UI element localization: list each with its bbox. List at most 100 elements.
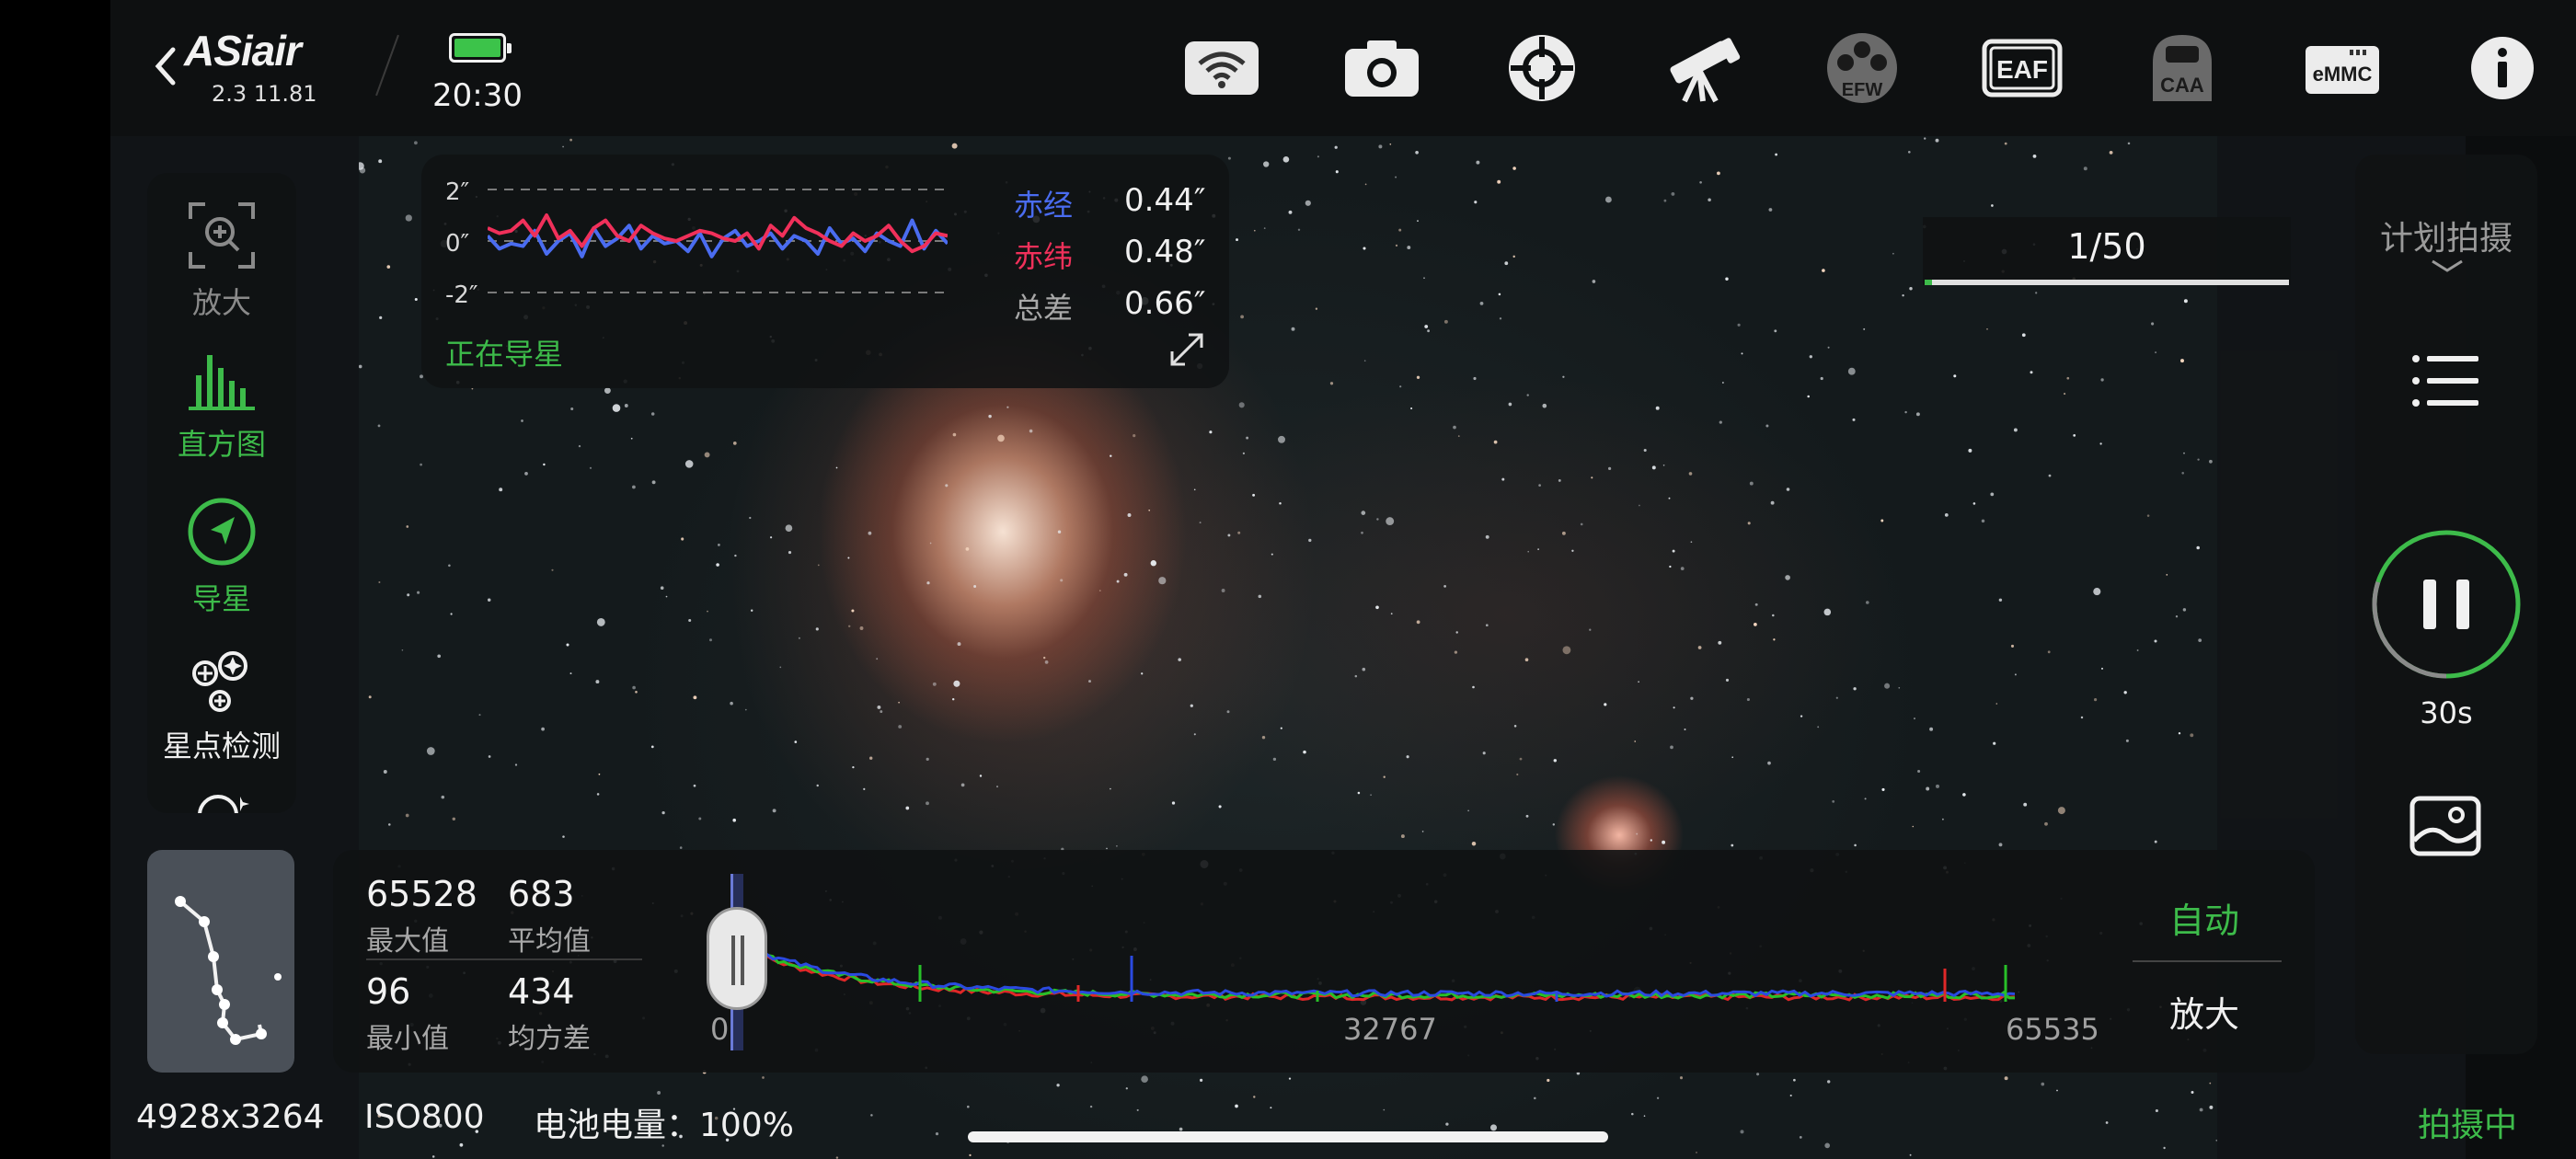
star-dot [2196, 545, 2200, 550]
star-dot [1558, 478, 1561, 482]
star-dot [1740, 1130, 1744, 1134]
emmc-icon[interactable]: eMMC [2300, 33, 2385, 103]
star-dot [1671, 191, 1675, 196]
star-dot [1141, 672, 1144, 675]
star-dot [1526, 394, 1529, 396]
star-dot [2094, 698, 2098, 702]
star-dot [960, 783, 965, 787]
home-indicator[interactable] [968, 1131, 1608, 1142]
star-dot [1679, 1076, 1684, 1080]
pause-bar-left [2423, 580, 2436, 629]
star-dot [1279, 502, 1282, 505]
star-dot [1673, 706, 1675, 709]
star-dot [1199, 522, 1202, 524]
star-detect-icon [192, 651, 247, 712]
star-dot [1832, 800, 1835, 803]
guide-graph-panel[interactable]: 2″ 0″ -2″ 赤经 0.44″ 赤纬 0.48″ 总差 0.66″ 正在导… [421, 155, 1229, 388]
mount-icon[interactable] [1500, 33, 1584, 103]
star-dot [1297, 228, 1301, 231]
camera-icon[interactable] [1340, 33, 1424, 103]
histogram-tool[interactable]: 直方图 [147, 348, 296, 464]
star-dot [1453, 425, 1456, 430]
star-dot [1190, 704, 1193, 707]
stats-divider [366, 958, 642, 960]
telescope-icon[interactable] [1660, 33, 1744, 103]
star-dot [1253, 229, 1256, 232]
caa-icon[interactable]: CAA [2140, 33, 2225, 103]
guide-y-label-mid: 0″ [445, 230, 470, 258]
star-dot [1547, 1078, 1550, 1083]
histogram-plot [729, 936, 2016, 1002]
exposure-timer: 30s [2420, 695, 2473, 730]
guide-tool[interactable]: 导星 [147, 497, 296, 618]
star-dot [1288, 1077, 1292, 1080]
star-dot [1881, 787, 1885, 791]
zoom-tool[interactable]: 放大 [147, 201, 296, 322]
star-dot [1457, 435, 1460, 437]
expand-icon[interactable] [1167, 329, 1207, 370]
star-dot [1303, 750, 1306, 754]
star-dot [868, 756, 873, 760]
battery-status: 电池电量：100% [534, 1107, 794, 1144]
efw-icon[interactable]: EFW [1820, 33, 1904, 103]
hist-zoom-button[interactable]: 放大 [2169, 986, 2239, 1037]
star-dot [406, 525, 409, 528]
min-value: 96 [366, 971, 411, 1012]
star-dot [1527, 550, 1529, 553]
star-dot [2180, 359, 2184, 363]
gallery-icon[interactable] [2409, 795, 2482, 861]
star-dot [1476, 160, 1480, 165]
dec-legend: 赤纬 [1014, 239, 1074, 274]
star-dot [1638, 681, 1639, 683]
auto-stretch-button[interactable]: 自动 [2169, 892, 2239, 943]
star-dot [926, 757, 929, 762]
star-dot [452, 817, 456, 821]
star-dot [1272, 757, 1277, 762]
star-dot [847, 625, 851, 628]
eaf-icon[interactable]: EAF [1980, 33, 2064, 103]
star-dot [1589, 628, 1592, 631]
star-dot [1258, 594, 1262, 599]
star-dot [2109, 151, 2113, 155]
star-dot [1398, 228, 1402, 232]
iso-label: ISO800 [364, 1098, 485, 1136]
info-icon[interactable] [2460, 33, 2545, 103]
star-detect-tool[interactable]: 星点检测 [147, 649, 296, 765]
star-dot [1924, 137, 1926, 140]
star-dot [852, 765, 855, 769]
star-dot [1263, 227, 1266, 229]
list-icon[interactable] [2410, 351, 2480, 414]
star-dot [1643, 1115, 1646, 1117]
star-dot [1227, 156, 1231, 160]
star-dot [1056, 1084, 1060, 1087]
star-dot [383, 770, 387, 774]
stretch-slider-handle[interactable] [707, 907, 767, 1010]
star-dot [1376, 518, 1379, 521]
pause-button[interactable] [2370, 528, 2523, 684]
star-dot [847, 557, 850, 559]
star-dot [1474, 201, 1478, 204]
star-dot [1690, 541, 1693, 544]
star-dot [1410, 407, 1413, 410]
star-dot [632, 485, 636, 489]
star-dot [1690, 696, 1694, 700]
hist-tick-min: 0 [710, 1012, 730, 1047]
constellation-thumbnail[interactable] [147, 850, 294, 1073]
plan-chevron-down-icon[interactable] [2429, 258, 2466, 276]
star-dot [2181, 472, 2184, 475]
divider [375, 34, 399, 97]
star-dot [2100, 378, 2104, 382]
star-dot [1473, 376, 1477, 381]
star-dot [1504, 261, 1509, 266]
star-dot [1800, 715, 1803, 717]
star-dot [2105, 1121, 2109, 1124]
star-dot [2175, 615, 2179, 618]
star-dot [1962, 793, 1966, 797]
plan-title[interactable]: 计划拍摄 [2355, 212, 2537, 259]
right-panel: 计划拍摄 30s [2355, 155, 2537, 1054]
star-dot [2182, 608, 2187, 612]
wifi-icon[interactable] [1179, 33, 1264, 103]
star-dot [2123, 691, 2127, 694]
star-dot [870, 1114, 873, 1117]
more-tool[interactable] [147, 787, 296, 813]
